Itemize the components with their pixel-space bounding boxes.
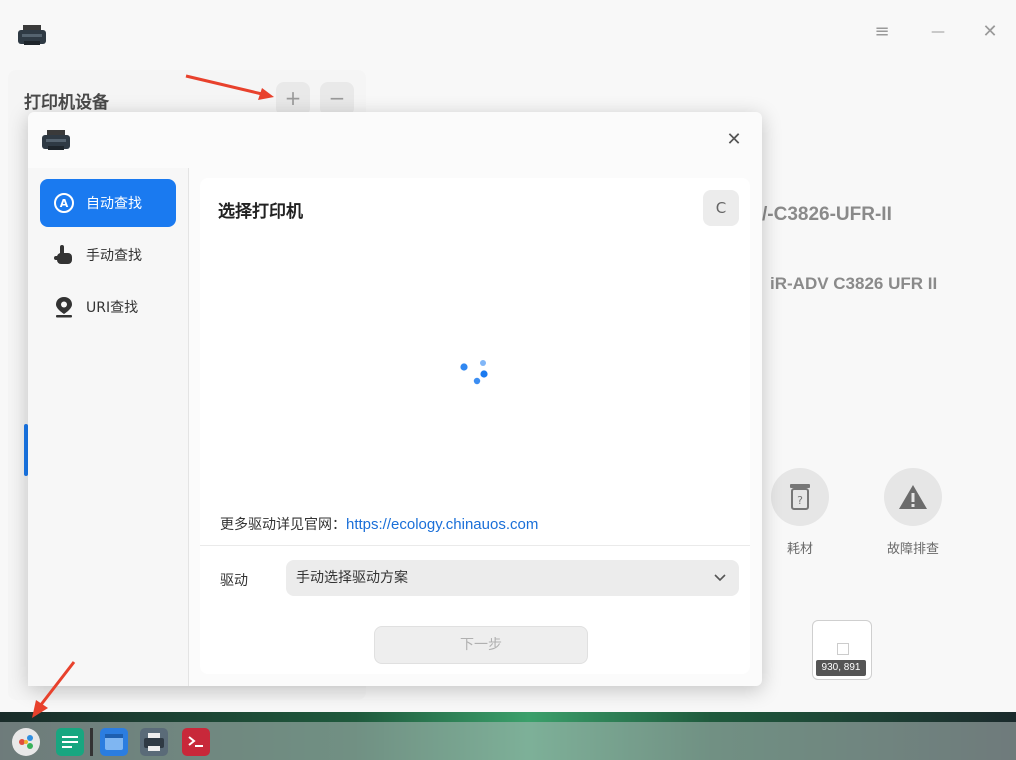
- loading-spinner-icon: [458, 354, 490, 390]
- nav-auto-search[interactable]: A 自动查找: [40, 179, 176, 227]
- printer-icon[interactable]: [140, 728, 168, 756]
- hand-pointer-icon: [52, 243, 76, 267]
- footnote-prefix: 更多驱动详见官网：: [220, 517, 346, 533]
- dock-separator: [90, 728, 93, 756]
- refresh-button[interactable]: C: [703, 190, 739, 226]
- driver-select[interactable]: 手动选择驱动方案: [286, 560, 739, 596]
- chevron-down-icon: [713, 560, 727, 610]
- close-button[interactable]: ✕: [978, 20, 1002, 44]
- placeholder-icon: [837, 643, 849, 655]
- printer-model-driver: iR-ADV C3826 UFR II: [770, 274, 938, 293]
- next-step-button[interactable]: 下一步: [374, 626, 588, 664]
- ecology-link[interactable]: https://ecology.chinauos.com: [346, 516, 538, 533]
- coordinate-readout: 930, 891: [816, 660, 866, 676]
- nav-uri-search-label: URI查找: [86, 300, 139, 316]
- remove-printer-button[interactable]: −: [320, 82, 354, 116]
- location-pin-icon: [52, 295, 76, 319]
- printer-app-icon: [18, 25, 46, 47]
- nav-manual-search-label: 手动查找: [86, 248, 142, 264]
- divider: [200, 545, 750, 546]
- file-manager-icon[interactable]: [56, 728, 84, 756]
- warning-icon: [899, 485, 927, 509]
- dialog-titlebar: ✕: [28, 112, 762, 168]
- troubleshoot-label: 故障排查: [886, 542, 939, 557]
- dialog-printer-icon: [42, 130, 70, 152]
- annotation-arrow-taskbar: [32, 661, 76, 718]
- content-card: [200, 178, 750, 674]
- driver-select-value: 手动选择驱动方案: [296, 570, 408, 586]
- cartridge-icon: ?: [790, 484, 810, 510]
- launcher-icon[interactable]: [12, 728, 40, 756]
- terminal-icon[interactable]: [182, 728, 210, 756]
- annotation-arrow-add: [185, 74, 274, 100]
- nav-auto-search-label: 自动查找: [86, 196, 142, 212]
- nav-manual-search[interactable]: 手动查找: [40, 231, 176, 279]
- driver-website-note: 更多驱动详见官网：https://ecology.chinauos.com: [220, 514, 538, 534]
- menu-icon[interactable]: ≡: [870, 20, 894, 44]
- nav-uri-search[interactable]: URI查找: [40, 283, 176, 331]
- dialog-close-button[interactable]: ✕: [722, 128, 746, 152]
- panel-title: 打印机设备: [24, 93, 109, 113]
- browser-icon[interactable]: [100, 728, 128, 756]
- add-printer-button[interactable]: +: [276, 82, 310, 116]
- svg-text:?: ?: [797, 494, 803, 507]
- troubleshoot-button[interactable]: [884, 468, 942, 526]
- svg-text:A: A: [60, 197, 69, 210]
- auto-search-icon: A: [52, 191, 76, 215]
- supplies-button[interactable]: ?: [771, 468, 829, 526]
- driver-label: 驱动: [220, 573, 248, 589]
- content-title: 选择打印机: [218, 202, 303, 222]
- printer-model-name: /-C3826-UFR-II: [762, 204, 892, 225]
- supplies-label: 耗材: [786, 542, 813, 557]
- minimize-button[interactable]: —: [926, 20, 950, 44]
- title-bar: ≡ — ✕: [0, 8, 1016, 60]
